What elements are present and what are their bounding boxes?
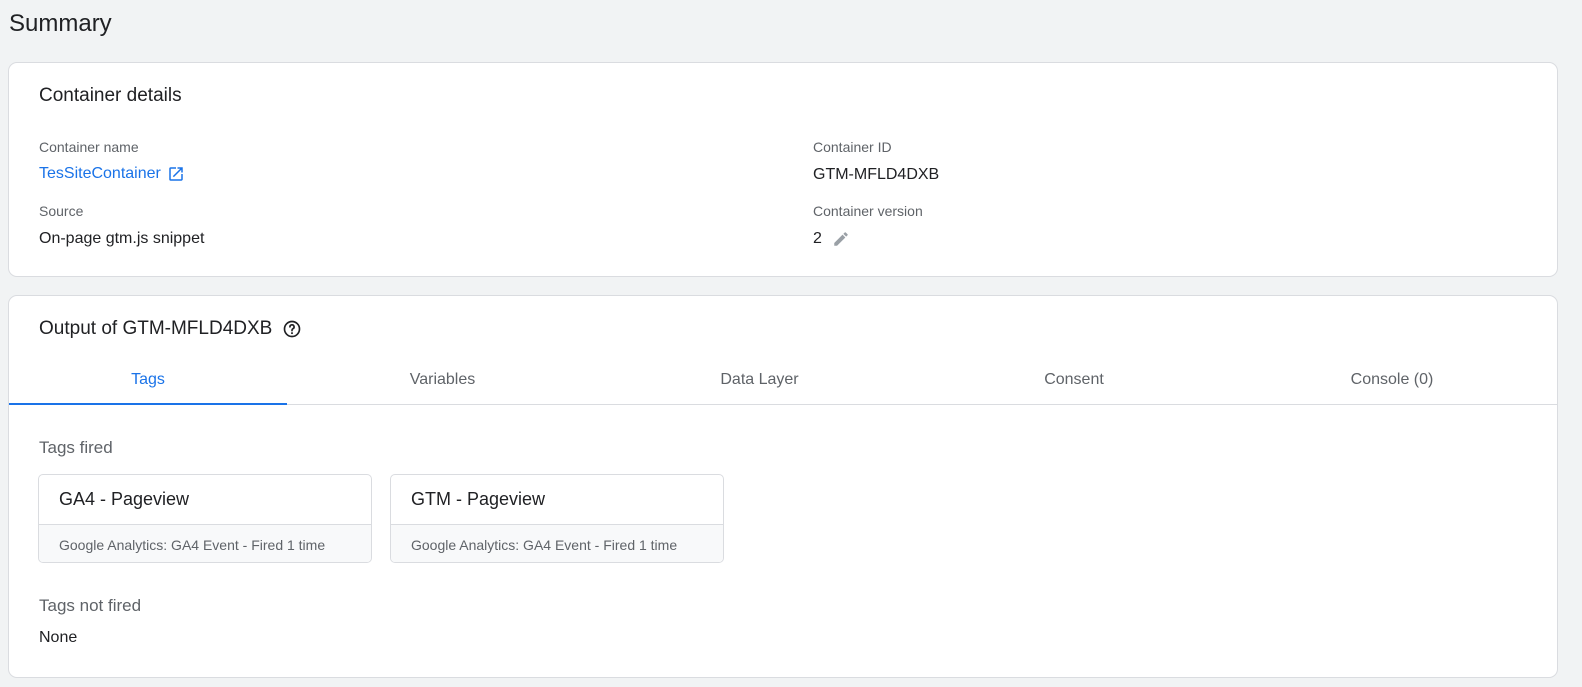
tag-name: GA4 - Pageview bbox=[39, 475, 371, 525]
tags-not-fired-label: Tags not fired bbox=[39, 596, 142, 615]
container-version-value: 2 bbox=[813, 230, 822, 247]
container-name-field: TesSiteContainer bbox=[39, 165, 185, 183]
tab-consent[interactable]: Consent bbox=[921, 356, 1227, 404]
source-value: On-page gtm.js snippet bbox=[39, 230, 205, 247]
tab-tags[interactable]: Tags bbox=[9, 356, 287, 405]
tag-name: GTM - Pageview bbox=[391, 475, 723, 525]
container-details-heading: Container details bbox=[39, 85, 182, 106]
tag-card-gtm-pageview[interactable]: GTM - Pageview Google Analytics: GA4 Eve… bbox=[390, 474, 724, 563]
tags-not-fired-value: None bbox=[39, 629, 78, 646]
tags-fired-label: Tags fired bbox=[39, 438, 113, 457]
tag-meta: Google Analytics: GA4 Event - Fired 1 ti… bbox=[39, 525, 371, 562]
help-circle-icon[interactable] bbox=[282, 319, 302, 339]
tab-variables[interactable]: Variables bbox=[287, 356, 598, 404]
container-version-label: Container version bbox=[813, 203, 923, 219]
pencil-icon[interactable] bbox=[832, 230, 850, 248]
output-heading: Output of GTM-MFLD4DXB bbox=[39, 318, 273, 339]
container-id-label: Container ID bbox=[813, 139, 892, 155]
tag-card-ga4-pageview[interactable]: GA4 - Pageview Google Analytics: GA4 Eve… bbox=[38, 474, 372, 563]
tag-meta: Google Analytics: GA4 Event - Fired 1 ti… bbox=[391, 525, 723, 562]
container-name-label: Container name bbox=[39, 139, 139, 155]
container-details-card: Container details Container name TesSite… bbox=[8, 62, 1558, 277]
container-version-field: 2 bbox=[813, 230, 850, 248]
external-link-icon[interactable] bbox=[167, 165, 185, 183]
page-title: Summary bbox=[9, 10, 112, 37]
tab-data-layer[interactable]: Data Layer bbox=[598, 356, 921, 404]
source-label: Source bbox=[39, 203, 84, 219]
output-card: Output of GTM-MFLD4DXB Tags Variables Da… bbox=[8, 295, 1558, 678]
output-tabs: Tags Variables Data Layer Consent Consol… bbox=[9, 356, 1557, 405]
container-name-link[interactable]: TesSiteContainer bbox=[39, 165, 161, 183]
tab-console[interactable]: Console (0) bbox=[1227, 356, 1557, 404]
output-heading-row: Output of GTM-MFLD4DXB bbox=[39, 318, 302, 340]
container-id-value: GTM-MFLD4DXB bbox=[813, 166, 940, 183]
